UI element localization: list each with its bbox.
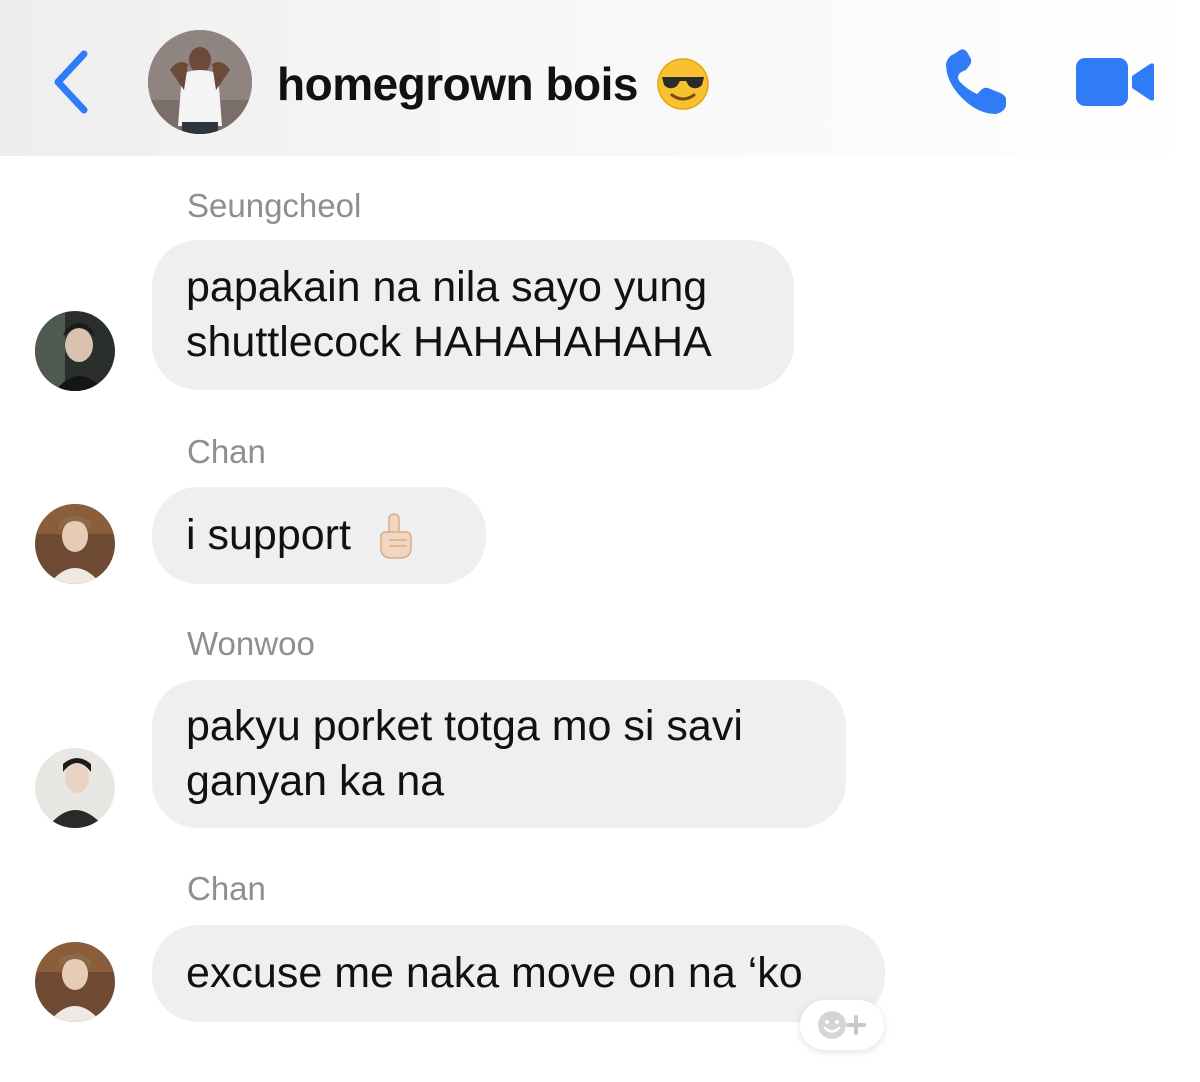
avatar-photo xyxy=(35,748,115,828)
message-line: pakyu porket totga mo si savi xyxy=(186,702,743,750)
back-button[interactable] xyxy=(44,40,104,124)
avatar-chan[interactable] xyxy=(35,504,115,584)
index-pointing-up-icon xyxy=(380,512,412,559)
group-title-text: homegrown bois xyxy=(277,58,639,110)
group-title[interactable]: homegrown bois xyxy=(277,56,710,112)
message-text: i support xyxy=(186,511,351,559)
message-bubble[interactable]: papakain na nila sayo yung shuttlecock H… xyxy=(152,240,794,390)
avatar-photo xyxy=(35,504,115,584)
message-text: excuse me naka move on na ‘ko xyxy=(186,949,803,997)
message-line: shuttlecock HAHAHAHAHA xyxy=(186,318,712,366)
avatar-wonwoo[interactable] xyxy=(35,748,115,828)
chat-screen: homegrown bois Seungcheol papakain na ni… xyxy=(0,0,1200,1082)
avatar-chan[interactable] xyxy=(35,942,115,1022)
sunglasses-emoji-icon xyxy=(657,58,709,110)
message-line: ganyan ka na xyxy=(186,757,445,805)
video-call-button[interactable] xyxy=(1072,52,1156,112)
avatar-photo xyxy=(35,311,115,391)
video-camera-icon xyxy=(1076,58,1154,106)
group-avatar[interactable] xyxy=(148,30,252,134)
avatar-photo xyxy=(35,942,115,1022)
chevron-left-icon xyxy=(54,50,88,114)
sender-name: Seungcheol xyxy=(187,187,362,224)
message-text: pakyu porket totga mo si savi ganyan ka … xyxy=(186,699,743,809)
phone-icon xyxy=(946,49,1006,115)
add-reaction-button[interactable] xyxy=(800,1000,884,1050)
message-bubble[interactable]: excuse me naka move on na ‘ko xyxy=(152,925,885,1022)
sender-name: Wonwoo xyxy=(187,625,315,662)
add-reaction-icon xyxy=(818,1011,866,1039)
message-text: papakain na nila sayo yung shuttlecock H… xyxy=(186,260,712,370)
chat-header: homegrown bois xyxy=(0,0,1200,156)
message-bubble[interactable]: i support xyxy=(152,487,486,584)
sender-name: Chan xyxy=(187,870,266,907)
audio-call-button[interactable] xyxy=(940,48,1012,120)
message-line: papakain na nila sayo yung xyxy=(186,263,708,311)
avatar-seungcheol[interactable] xyxy=(35,311,115,391)
sender-name: Chan xyxy=(187,433,266,470)
message-bubble[interactable]: pakyu porket totga mo si savi ganyan ka … xyxy=(152,680,846,828)
group-photo xyxy=(148,30,252,134)
